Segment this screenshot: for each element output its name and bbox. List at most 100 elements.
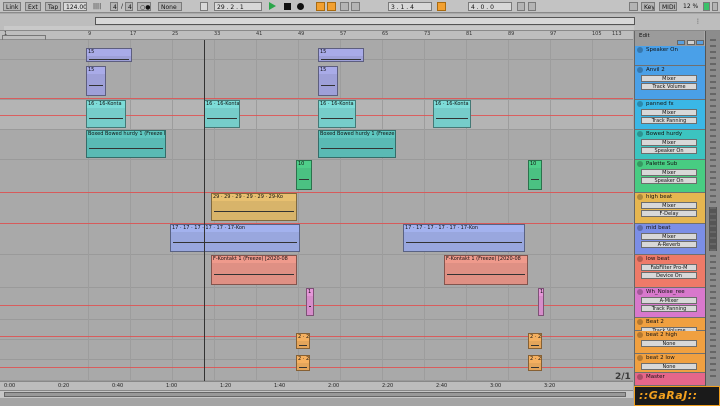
arrangement-clip[interactable]: 15 xyxy=(86,66,106,96)
automation-chooser[interactable]: FabFilter Pro-M xyxy=(641,264,697,271)
metronome-button[interactable]: ○● xyxy=(137,2,151,11)
track-header[interactable]: Palette Sub Mixer Speaker On xyxy=(635,160,705,193)
pencil-icon[interactable] xyxy=(528,2,536,11)
song-position-field[interactable]: 29 . 2 . 1 xyxy=(214,2,262,11)
track-header[interactable]: low beat FabFilter Pro-M Device On xyxy=(635,255,705,288)
arrangement-clip[interactable]: 15 xyxy=(86,48,132,62)
track-lane[interactable] xyxy=(0,224,633,255)
automation-chooser[interactable]: Mixer xyxy=(641,202,697,209)
midi-map-button[interactable]: MIDI xyxy=(659,2,677,11)
automation-chooser[interactable]: Speaker On xyxy=(641,177,697,184)
automation-chooser[interactable]: Mixer xyxy=(641,75,697,82)
automation-chooser[interactable]: Mixer xyxy=(641,139,697,146)
track-lane[interactable] xyxy=(0,255,633,288)
automation-chooser[interactable]: Mixer xyxy=(641,109,697,116)
arrangement-clip[interactable]: 15 xyxy=(318,48,364,62)
arrangement-clip[interactable]: 2 · 2 xyxy=(528,355,542,371)
arrangement-clip[interactable]: 16 · 16-Konta xyxy=(204,100,240,128)
track-header[interactable]: mid beat Mixer A-Reverb xyxy=(635,224,705,255)
automation-chooser[interactable]: None xyxy=(641,340,697,347)
automation-chooser[interactable]: None xyxy=(641,363,697,370)
arrangement-clip[interactable]: 17 · 17 · 17 · 17 · 17 · 17-Kon xyxy=(403,224,525,252)
session-record-button[interactable] xyxy=(340,2,349,11)
beat-time-ruler[interactable]: 1 9 17 25 33 41 49 57 65 73 81 89 97 105 113 xyxy=(0,31,633,40)
track-header[interactable]: beat 2 low None xyxy=(635,354,705,373)
automation-chooser[interactable]: Track Panning xyxy=(641,305,697,312)
horizontal-scroll-thumb[interactable] xyxy=(4,392,626,397)
arrangement-clip[interactable]: 15 xyxy=(318,66,338,96)
tempo-field[interactable]: 124.00 xyxy=(63,2,87,11)
lane-expand-button[interactable] xyxy=(687,40,695,45)
track-header[interactable]: Speaker On xyxy=(635,46,705,66)
link-button[interactable]: Link xyxy=(3,2,21,11)
arrangement-clip[interactable]: 1 xyxy=(538,288,544,316)
track-header[interactable]: Master xyxy=(635,373,705,386)
automation-chooser[interactable]: Speaker On xyxy=(641,147,697,154)
track-header[interactable]: high beat Mixer F-Delay xyxy=(635,193,705,224)
automation-chooser[interactable]: Track Panning xyxy=(641,117,697,124)
record-icon[interactable] xyxy=(297,3,304,10)
arrangement-clip[interactable]: 2 · 2 xyxy=(528,333,542,349)
arrangement-clip[interactable]: 2 · 2 xyxy=(296,355,310,371)
arrangement-clip[interactable]: 16 · 16-Konta xyxy=(433,100,471,128)
fold-button[interactable] xyxy=(696,40,704,45)
arrangement-clip[interactable]: 17 · 17 · 17 · 17 · 17 · 17-Kon xyxy=(170,224,300,252)
automation-toggle-button[interactable] xyxy=(677,40,685,45)
meter-segment xyxy=(710,297,716,299)
overview-viewport[interactable] xyxy=(95,17,635,25)
clip-content xyxy=(212,201,296,220)
arrangement-overview[interactable]: ⋮ xyxy=(0,14,720,31)
draw-mode-button[interactable] xyxy=(517,2,525,11)
automation-chooser[interactable]: Mixer xyxy=(641,169,697,176)
automation-arm-button[interactable] xyxy=(327,2,336,11)
arrangement-clip[interactable]: 16 · 16-Konta xyxy=(86,100,126,128)
automation-chooser[interactable]: Track Volume xyxy=(641,83,697,90)
arrangement-clip[interactable]: 10 xyxy=(296,160,312,190)
arrangement-clip[interactable]: 29 · 29 · 29 · 29 · 29 · 29-Ko xyxy=(211,193,297,221)
automation-chooser[interactable]: A-Mixer xyxy=(641,297,697,304)
quantize-menu[interactable]: None xyxy=(158,2,182,11)
tap-tempo-button[interactable]: Tap xyxy=(45,2,61,11)
arrangement-clip[interactable]: F-Kontakt 1 (Freeze) [2020-08 xyxy=(444,255,528,285)
stop-icon[interactable] xyxy=(284,3,291,10)
nudge-buttons[interactable]: |||| xyxy=(91,2,105,11)
key-map-button[interactable]: Key xyxy=(641,2,655,11)
time-sig-denominator[interactable]: 4 xyxy=(125,2,133,11)
track-lane[interactable] xyxy=(0,193,633,224)
loop-start-field[interactable]: 3 . 1 . 4 xyxy=(388,2,432,11)
clip-content xyxy=(445,263,527,284)
time-sig-numerator[interactable]: 4 xyxy=(110,2,118,11)
follow-button[interactable] xyxy=(200,2,208,11)
loop-button[interactable] xyxy=(437,2,446,11)
horizontal-scrollbar[interactable] xyxy=(0,390,633,398)
arrangement-clip[interactable]: 10 xyxy=(528,160,542,190)
arrangement-clip[interactable]: Boxed Bowed hurdy 1 (Freeze B xyxy=(318,130,396,158)
track-header[interactable]: panned fx Mixer Track Panning xyxy=(635,100,705,130)
arrangement-clip[interactable]: 16 · 16-Konta xyxy=(318,100,356,128)
ext-sync-button[interactable]: Ext xyxy=(25,2,41,11)
track-name: beat 2 high xyxy=(646,332,678,338)
play-icon[interactable] xyxy=(269,2,276,10)
punch-in-button[interactable] xyxy=(351,2,360,11)
track-header[interactable]: beat 2 high None xyxy=(635,331,705,354)
clip-name: 2 · 2 xyxy=(297,334,309,341)
automation-chooser[interactable]: F-Delay xyxy=(641,210,697,217)
computer-keyboard-button[interactable] xyxy=(629,2,638,11)
track-header[interactable]: Beat 2Track Volume xyxy=(635,318,705,334)
track-header[interactable]: Wh_Noise_ree A-Mixer Track Panning xyxy=(635,288,705,318)
arrangement-clip[interactable]: Boxed Bowed hurdy 1 (Freeze B xyxy=(86,130,166,158)
automation-chooser[interactable]: Device On xyxy=(641,272,697,279)
time-ruler[interactable]: 0:00 0:20 0:40 1:00 1:20 1:40 2:00 2:20 2:40 3:00… xyxy=(0,381,633,390)
automation-chooser[interactable]: A-Reverb xyxy=(641,241,697,248)
arrangement-clip[interactable]: 2 · 2 xyxy=(296,333,310,349)
meter-segment xyxy=(710,345,716,347)
overdub-button[interactable] xyxy=(316,2,325,11)
arrangement-view[interactable]: 15 15 15 15 16 · 16-Konta 16 · 16-Konta 16 · 1… xyxy=(0,40,633,381)
track-header[interactable]: Anvil 2 Mixer Track Volume xyxy=(635,66,705,100)
vertical-scrollbar[interactable] xyxy=(705,31,720,386)
automation-chooser[interactable]: Mixer xyxy=(641,233,697,240)
arrangement-clip[interactable]: F-Kontakt 1 (Freeze) [2020-08 xyxy=(211,255,297,285)
loop-length-field[interactable]: 4 . 0 . 0 xyxy=(468,2,512,11)
arrangement-clip[interactable]: 1 xyxy=(306,288,314,316)
track-header[interactable]: Bowed hurdy Mixer Speaker On xyxy=(635,130,705,160)
